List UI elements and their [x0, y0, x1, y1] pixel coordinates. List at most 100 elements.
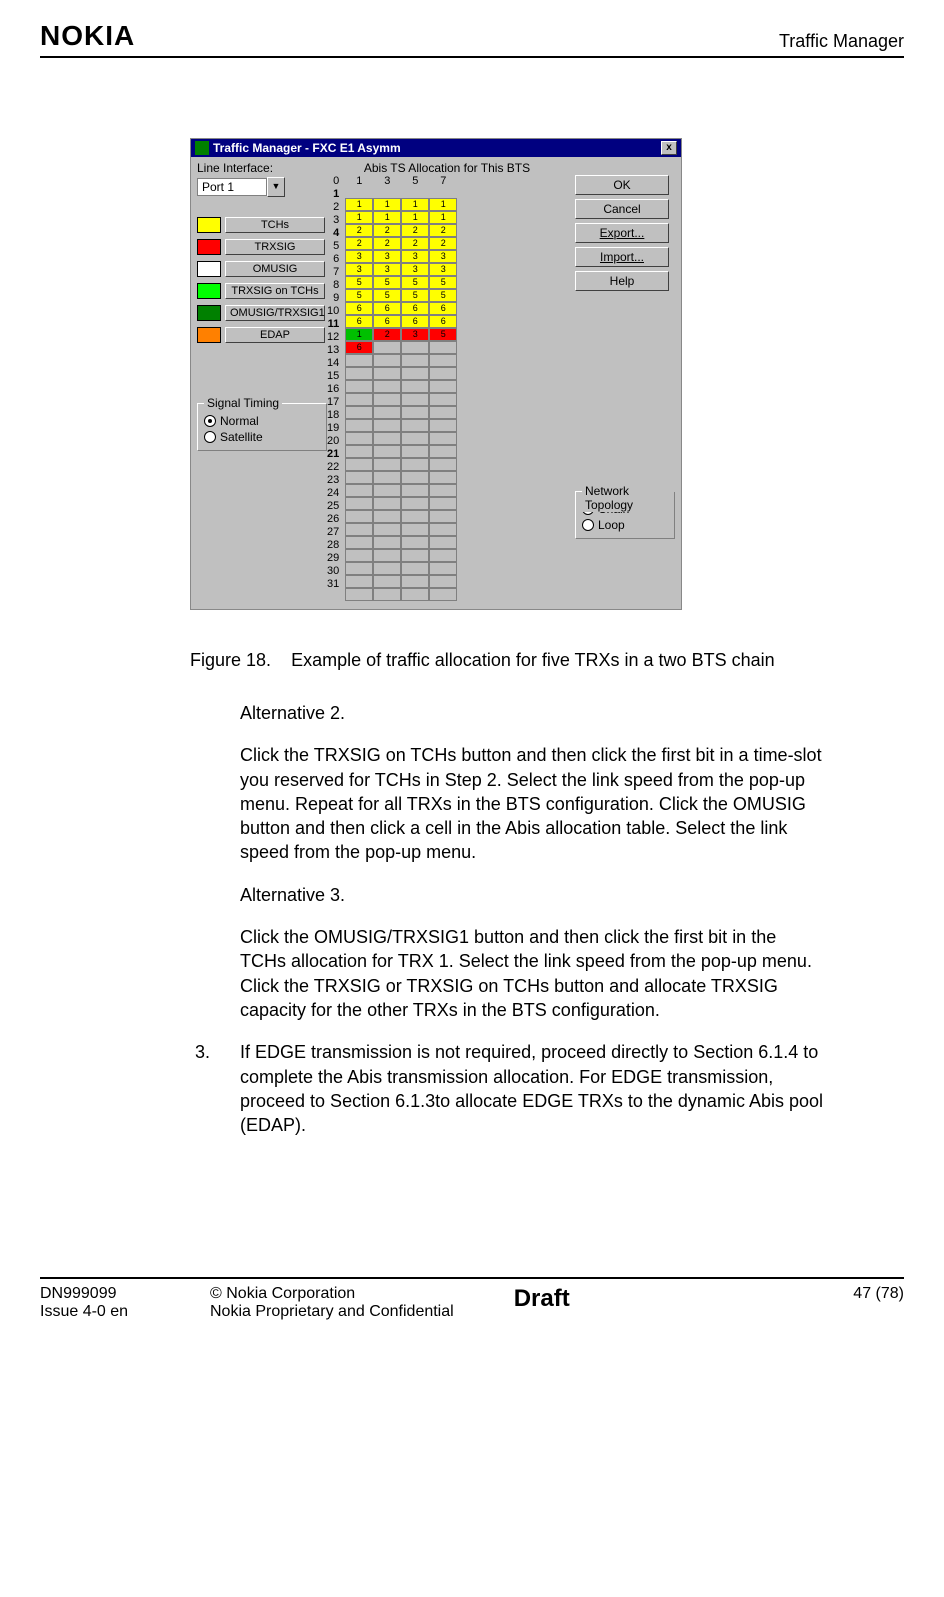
alloc-cell[interactable] — [429, 393, 457, 406]
alloc-cell[interactable]: 1 — [401, 198, 429, 211]
radio-loop[interactable]: Loop — [582, 518, 668, 532]
alloc-cell[interactable]: 5 — [345, 289, 373, 302]
alloc-cell[interactable] — [373, 484, 401, 497]
alloc-cell[interactable]: 3 — [373, 250, 401, 263]
alloc-cell[interactable] — [429, 406, 457, 419]
alloc-cell[interactable] — [429, 445, 457, 458]
alloc-cell[interactable] — [373, 367, 401, 380]
alloc-cell[interactable]: 1 — [345, 198, 373, 211]
alloc-cell[interactable] — [345, 187, 371, 198]
legend-item[interactable]: TRXSIG on TCHs — [197, 283, 327, 299]
alloc-cell[interactable] — [373, 575, 401, 588]
alloc-cell[interactable] — [401, 419, 429, 432]
alloc-cell[interactable] — [401, 549, 429, 562]
alloc-cell[interactable] — [401, 458, 429, 471]
alloc-cell[interactable] — [401, 393, 429, 406]
alloc-cell[interactable]: 3 — [429, 250, 457, 263]
alloc-cell[interactable]: 2 — [401, 224, 429, 237]
alloc-cell[interactable] — [373, 562, 401, 575]
alloc-cell[interactable] — [401, 484, 429, 497]
alloc-cell[interactable] — [401, 510, 429, 523]
alloc-cell[interactable] — [401, 588, 429, 601]
alloc-cell[interactable]: 6 — [429, 302, 457, 315]
alloc-cell[interactable] — [345, 445, 373, 458]
alloc-cell[interactable] — [429, 497, 457, 510]
legend-item[interactable]: OMUSIG/TRXSIG1 — [197, 305, 327, 321]
alloc-cell[interactable]: 5 — [429, 276, 457, 289]
alloc-cell[interactable] — [429, 341, 457, 354]
alloc-cell[interactable] — [373, 380, 401, 393]
alloc-cell[interactable] — [401, 562, 429, 575]
alloc-cell[interactable] — [429, 471, 457, 484]
alloc-cell[interactable] — [345, 458, 373, 471]
alloc-cell[interactable] — [345, 367, 373, 380]
alloc-cell[interactable]: 6 — [429, 315, 457, 328]
alloc-cell[interactable]: 1 — [401, 211, 429, 224]
alloc-cell[interactable]: 2 — [429, 224, 457, 237]
alloc-cell[interactable]: 5 — [429, 328, 457, 341]
import-button[interactable]: Import... — [575, 247, 669, 267]
alloc-cell[interactable] — [345, 510, 373, 523]
alloc-cell[interactable]: 2 — [401, 237, 429, 250]
alloc-cell[interactable] — [429, 484, 457, 497]
alloc-cell[interactable]: 6 — [401, 302, 429, 315]
alloc-cell[interactable]: 6 — [401, 315, 429, 328]
alloc-cell[interactable]: 6 — [373, 315, 401, 328]
alloc-cell[interactable]: 2 — [345, 224, 373, 237]
alloc-cell[interactable] — [429, 562, 457, 575]
alloc-cell[interactable] — [373, 536, 401, 549]
alloc-cell[interactable] — [345, 354, 373, 367]
alloc-cell[interactable]: 3 — [345, 250, 373, 263]
alloc-cell[interactable]: 1 — [373, 211, 401, 224]
alloc-cell[interactable] — [429, 367, 457, 380]
alloc-cell[interactable]: 5 — [373, 276, 401, 289]
alloc-cell[interactable]: 2 — [373, 328, 401, 341]
alloc-cell[interactable]: 1 — [345, 328, 373, 341]
alloc-cell[interactable] — [345, 484, 373, 497]
alloc-cell[interactable] — [345, 497, 373, 510]
alloc-cell[interactable] — [345, 393, 373, 406]
legend-item[interactable]: OMUSIG — [197, 261, 327, 277]
alloc-cell[interactable]: 5 — [373, 289, 401, 302]
alloc-cell[interactable] — [373, 497, 401, 510]
alloc-cell[interactable] — [401, 497, 429, 510]
alloc-cell[interactable] — [345, 523, 373, 536]
alloc-cell[interactable] — [373, 354, 401, 367]
alloc-cell[interactable]: 5 — [401, 276, 429, 289]
alloc-cell[interactable]: 3 — [401, 263, 429, 276]
alloc-cell[interactable]: 1 — [429, 198, 457, 211]
alloc-cell[interactable] — [373, 523, 401, 536]
alloc-cell[interactable] — [373, 471, 401, 484]
alloc-cell[interactable] — [373, 406, 401, 419]
alloc-cell[interactable] — [345, 562, 373, 575]
radio-normal[interactable]: Normal — [204, 414, 320, 428]
close-icon[interactable]: x — [661, 141, 677, 155]
alloc-cell[interactable] — [345, 536, 373, 549]
alloc-cell[interactable]: 6 — [373, 302, 401, 315]
alloc-cell[interactable] — [373, 419, 401, 432]
alloc-cell[interactable] — [429, 536, 457, 549]
alloc-cell[interactable]: 2 — [373, 237, 401, 250]
alloc-cell[interactable] — [345, 471, 373, 484]
alloc-cell[interactable]: 5 — [345, 276, 373, 289]
alloc-cell[interactable]: 3 — [345, 263, 373, 276]
alloc-cell[interactable] — [429, 575, 457, 588]
legend-item[interactable]: EDAP — [197, 327, 327, 343]
alloc-cell[interactable] — [373, 588, 401, 601]
alloc-cell[interactable] — [401, 341, 429, 354]
alloc-cell[interactable]: 2 — [429, 237, 457, 250]
alloc-cell[interactable] — [373, 341, 401, 354]
alloc-cell[interactable] — [397, 187, 423, 198]
alloc-cell[interactable] — [423, 187, 449, 198]
alloc-cell[interactable]: 1 — [345, 211, 373, 224]
alloc-cell[interactable] — [371, 187, 397, 198]
alloc-cell[interactable] — [401, 406, 429, 419]
alloc-cell[interactable]: 1 — [373, 198, 401, 211]
line-interface-combo[interactable]: Port 1 ▼ — [197, 177, 327, 197]
alloc-cell[interactable]: 3 — [429, 263, 457, 276]
alloc-cell[interactable]: 5 — [401, 289, 429, 302]
alloc-cell[interactable] — [401, 575, 429, 588]
alloc-cell[interactable] — [373, 510, 401, 523]
alloc-cell[interactable] — [429, 523, 457, 536]
chevron-down-icon[interactable]: ▼ — [267, 177, 285, 197]
